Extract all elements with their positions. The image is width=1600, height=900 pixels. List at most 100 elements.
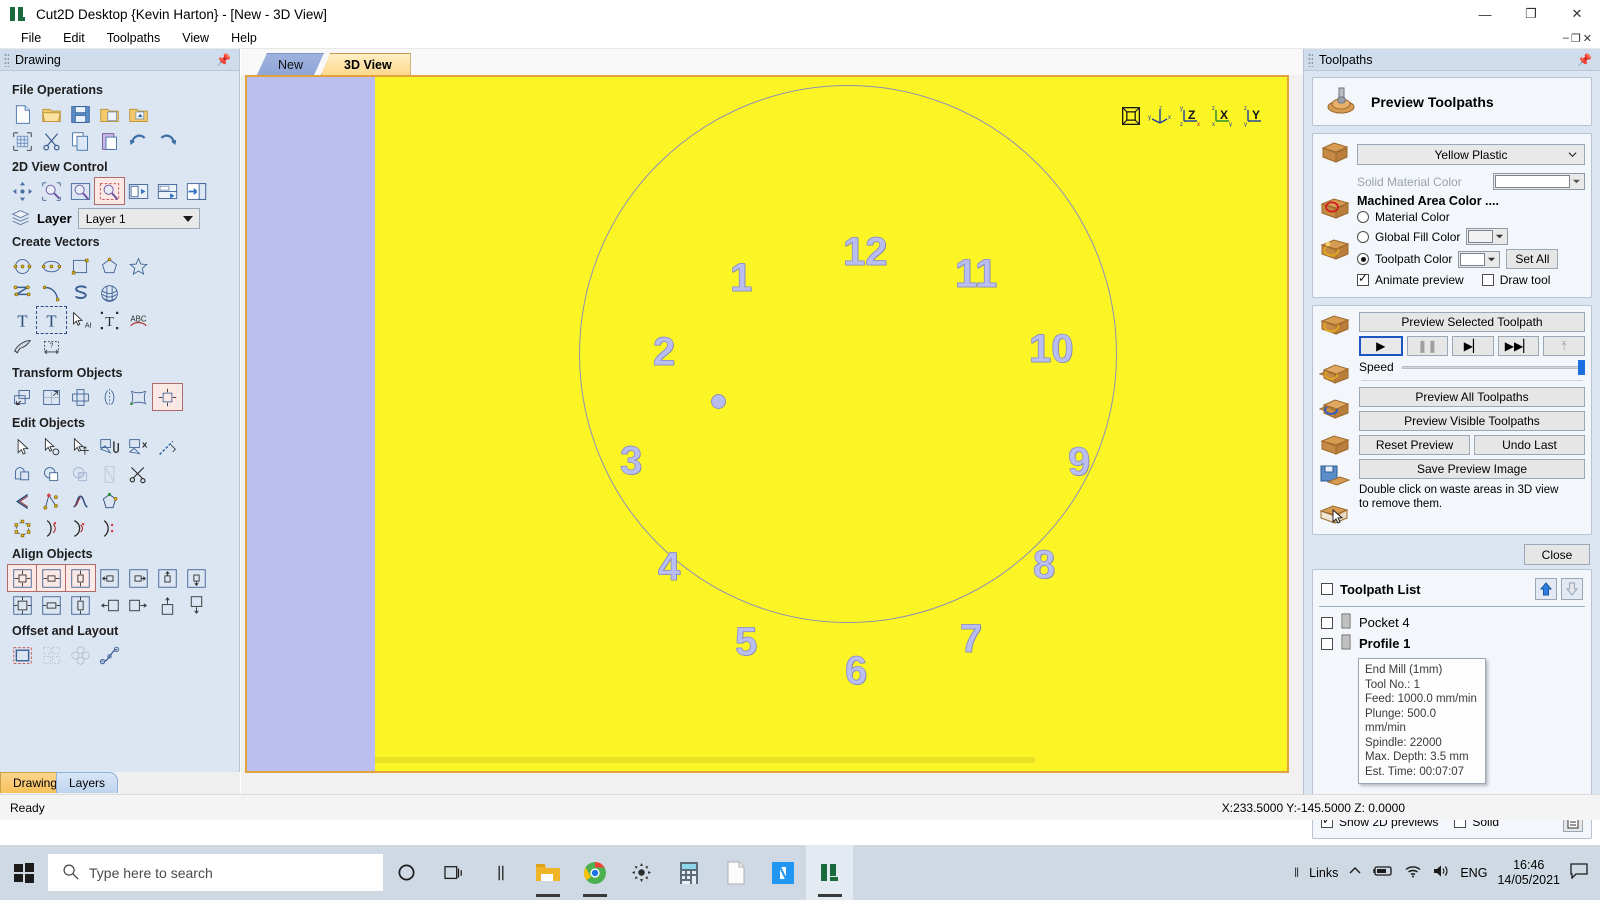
search-input[interactable]: Type here to search [48, 854, 383, 891]
pin-icon[interactable]: 📌 [1577, 53, 1592, 67]
reset-preview-button[interactable]: Reset Preview [1359, 435, 1470, 455]
radio-global-fill-color[interactable] [1357, 231, 1369, 243]
links-label[interactable]: Links [1309, 866, 1338, 880]
volume-icon[interactable] [1432, 864, 1450, 881]
table-row[interactable]: Pocket 4 [1319, 612, 1585, 633]
mirror-objects-icon[interactable] [95, 384, 124, 410]
tab-layers[interactable]: Layers [56, 772, 118, 793]
step-button[interactable]: ▶▏ [1452, 336, 1494, 356]
text-arc-icon[interactable]: ABC [124, 307, 153, 333]
action-center-icon[interactable] [1570, 863, 1588, 882]
import-vectors-icon[interactable] [124, 101, 153, 127]
3d-viewport[interactable]: 121112103948576 zyx yzxZ zxyX zyY [245, 75, 1289, 773]
menu-item-help[interactable]: Help [220, 28, 268, 48]
view-isometric-icon[interactable] [1121, 106, 1141, 126]
solid-material-color-swatch[interactable] [1493, 173, 1585, 190]
trace-bitmap-icon[interactable] [8, 334, 37, 360]
taskbar-clock[interactable]: 16:46 14/05/2021 [1497, 858, 1560, 888]
calculator-icon[interactable] [665, 845, 712, 900]
mdi-close-button[interactable]: ✕ [1583, 32, 1592, 45]
center-in-material-vert-icon[interactable] [66, 592, 95, 618]
node-points-icon[interactable] [37, 488, 66, 514]
preview-visible-toolpaths-button[interactable]: Preview Visible Toolpaths [1359, 411, 1585, 431]
axis-y-icon[interactable]: zyY [1243, 105, 1269, 127]
show-hidden-icons-icon[interactable] [1348, 864, 1362, 881]
notepad-icon[interactable] [712, 845, 759, 900]
align-outside-top-icon[interactable] [153, 592, 182, 618]
speed-slider[interactable] [1402, 360, 1585, 374]
measure-icon[interactable] [153, 434, 182, 460]
global-fill-color-swatch[interactable] [1466, 228, 1508, 245]
copy-icon[interactable] [66, 128, 95, 154]
align-center-horiz-icon[interactable] [37, 565, 66, 591]
panel-grip-icon[interactable] [4, 53, 9, 67]
close-button[interactable]: ✕ [1554, 0, 1600, 28]
menu-item-file[interactable]: File [10, 28, 52, 48]
material-select[interactable]: Yellow Plastic [1357, 144, 1585, 165]
toolpath-color-swatch[interactable] [1458, 251, 1500, 268]
job-setup-icon[interactable] [8, 128, 37, 154]
arrow-up-icon[interactable] [1535, 578, 1557, 600]
curve-arc-icon[interactable] [66, 515, 95, 541]
close-vector-icon[interactable]: x [124, 434, 153, 460]
weld-icon[interactable] [8, 461, 37, 487]
text-box-icon[interactable]: T [37, 307, 66, 333]
menu-item-toolpaths[interactable]: Toolpaths [96, 28, 172, 48]
animate-preview-checkbox[interactable] [1357, 274, 1369, 286]
polyline-tool-icon[interactable] [8, 280, 37, 306]
battery-icon[interactable] [1372, 864, 1394, 881]
text-on-curve-icon[interactable]: T [95, 307, 124, 333]
zoom-box-icon[interactable] [95, 178, 124, 204]
zoom-selected-icon[interactable] [124, 178, 153, 204]
align-outside-left-icon[interactable] [95, 592, 124, 618]
menu-item-view[interactable]: View [171, 28, 220, 48]
undo-icon[interactable] [124, 128, 153, 154]
nest-parts-icon[interactable] [37, 642, 66, 668]
file-explorer-icon[interactable] [524, 845, 571, 900]
trim-scissors-icon[interactable] [124, 461, 153, 487]
mdi-restore-button[interactable]: ❐ [1571, 32, 1581, 45]
nest-vectors-icon[interactable] [95, 488, 124, 514]
panel-grip-icon[interactable] [1308, 53, 1313, 67]
curve-tool-icon[interactable] [66, 280, 95, 306]
distort-objects-icon[interactable] [124, 384, 153, 410]
offset-vectors-icon[interactable] [8, 642, 37, 668]
text-select-icon[interactable]: AB [66, 307, 95, 333]
select-arrow-icon[interactable] [8, 434, 37, 460]
windows-start-icon[interactable] [0, 845, 48, 900]
mdi-minimize-button[interactable]: – [1563, 32, 1569, 45]
join-vectors-icon[interactable] [95, 434, 124, 460]
save-preview-image-button[interactable]: Save Preview Image [1359, 459, 1585, 479]
task-view-icon[interactable] [430, 845, 477, 900]
align-outside-right-icon[interactable] [124, 592, 153, 618]
toolpath-profile1-checkbox[interactable] [1321, 638, 1333, 650]
table-row[interactable]: Profile 1 [1319, 633, 1585, 654]
paste-icon[interactable] [95, 128, 124, 154]
radio-toolpath-color[interactable] [1357, 253, 1369, 265]
cut-scissors-icon[interactable] [37, 128, 66, 154]
full-screen-icon[interactable] [182, 178, 211, 204]
zoom-interactive-icon[interactable] [37, 178, 66, 204]
axis-x-icon[interactable]: zxyX [1211, 105, 1237, 127]
undo-last-button[interactable]: Undo Last [1474, 435, 1585, 455]
subtract-icon[interactable] [37, 461, 66, 487]
new-file-icon[interactable] [8, 101, 37, 127]
align-outside-bottom-icon[interactable] [182, 592, 211, 618]
open-curve-icon[interactable] [8, 488, 37, 514]
open-recent-icon[interactable] [95, 101, 124, 127]
axis-z-icon[interactable]: yzxZ [1179, 105, 1205, 127]
dimension-tool-icon[interactable]: ? [37, 334, 66, 360]
ellipse-tool-icon[interactable] [37, 253, 66, 279]
toolpath-list-checkbox[interactable] [1321, 583, 1333, 595]
align-center-icon[interactable] [153, 384, 182, 410]
center-in-material-horiz-icon[interactable] [37, 592, 66, 618]
move-node-icon[interactable] [66, 434, 95, 460]
save-disk-icon[interactable] [66, 101, 95, 127]
arrow-down-icon[interactable] [1561, 578, 1583, 600]
center-in-material-both-icon[interactable] [8, 592, 37, 618]
axis-xyz-icon[interactable]: zyx [1147, 105, 1173, 127]
copy-along-curve-icon[interactable] [95, 642, 124, 668]
cut2d-icon[interactable] [806, 845, 853, 900]
preview-selected-toolpath-button[interactable]: Preview Selected Toolpath [1359, 312, 1585, 332]
pause-button[interactable]: ❚❚ [1407, 336, 1449, 356]
